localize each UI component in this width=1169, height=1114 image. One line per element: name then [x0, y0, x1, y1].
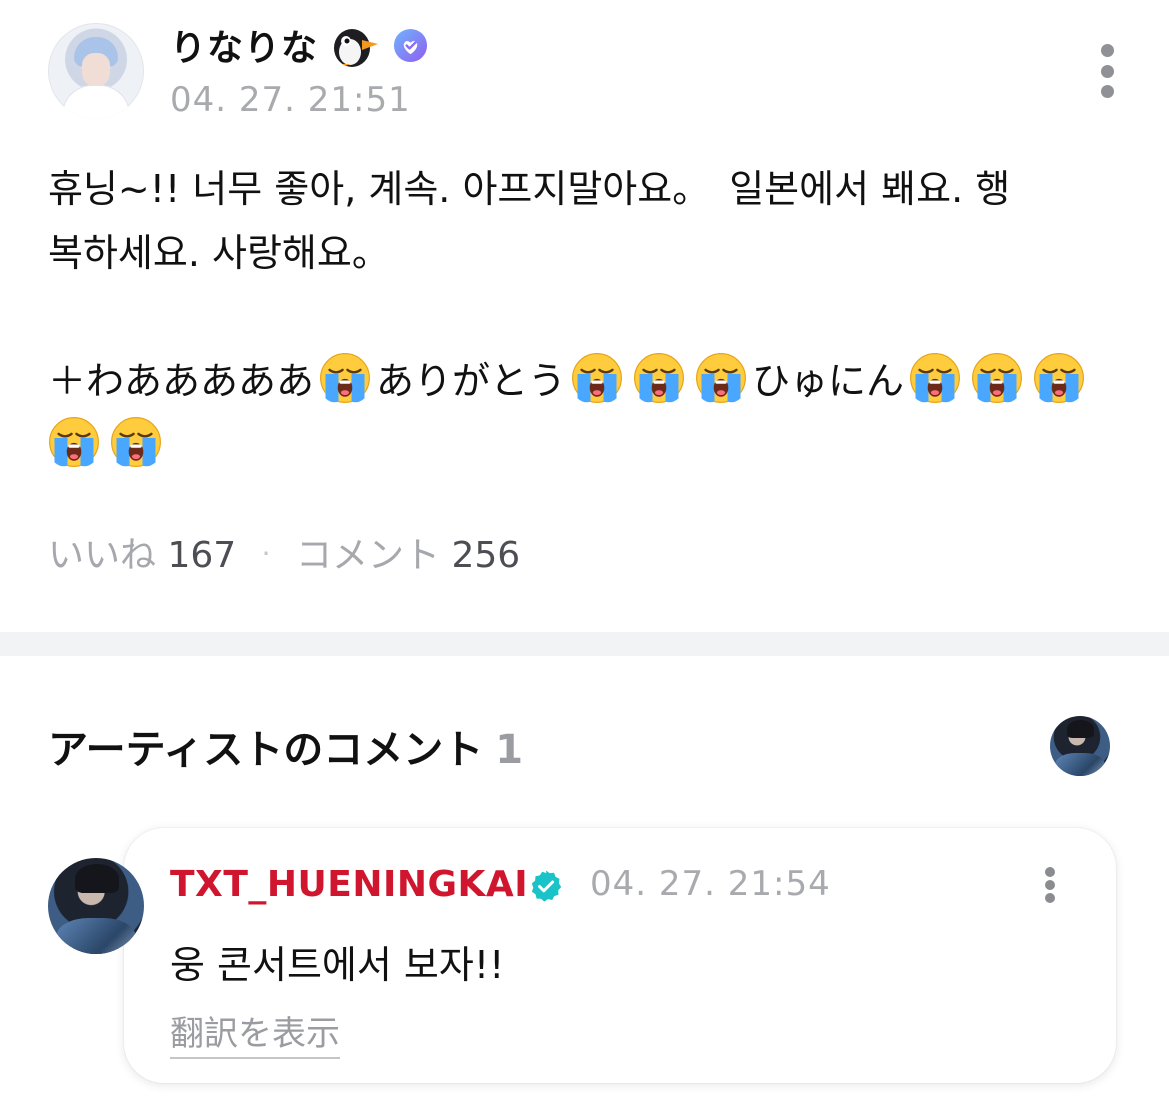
likes-label[interactable]: いいね [48, 535, 156, 576]
verified-teal-icon [531, 870, 562, 902]
author-avatar[interactable] [48, 23, 144, 119]
avatar-face [82, 53, 110, 87]
comment-timestamp: 04. 27. 21:54 [590, 864, 831, 904]
post-text-segment: ＋わあああああ [48, 359, 315, 403]
loudly-crying-face-icon [909, 352, 961, 404]
dot [1045, 867, 1055, 877]
avatar-jacket [1054, 753, 1106, 776]
comments-label[interactable]: コメント [296, 535, 440, 576]
artist-comments-title-text: アーティストのコメント [48, 727, 484, 773]
post-text-line: 휴닝~!! 너무 좋아, 계속. 아프지말아요。 일본에서 봬요. 행 [48, 167, 1011, 211]
post-text-line-emoji [48, 413, 1128, 477]
avatar-hair [74, 863, 120, 893]
dot [1100, 44, 1114, 57]
loudly-crying-face-icon [110, 416, 162, 468]
loudly-crying-face-icon [633, 352, 685, 404]
post-text-line-emoji: ＋わあああああ ありがとう ひゅにん [48, 349, 1128, 413]
show-translation-link[interactable]: 翻訳を表示 [170, 1006, 340, 1059]
artist-name[interactable]: TXT_HUENINGKAI [170, 864, 528, 905]
artist-avatar[interactable] [48, 858, 144, 954]
fan-post: りなりな 04. 27. 21:51 휴닝~!! 너무 좋아, 계속. 아프지말… [0, 0, 1169, 632]
stats-separator: · [261, 537, 271, 570]
comment-more-options-icon[interactable] [1043, 867, 1057, 903]
dot [1045, 893, 1055, 903]
dot [1100, 64, 1114, 78]
section-divider [0, 632, 1169, 656]
loudly-crying-face-icon [1033, 352, 1085, 404]
comments-count[interactable]: 256 [451, 535, 520, 576]
loudly-crying-face-icon [695, 352, 747, 404]
loudly-crying-face-icon [571, 352, 623, 404]
post-text-segment: ひゅにん [752, 359, 905, 403]
artist-comments-count: 1 [495, 727, 524, 773]
verified-purple-icon [393, 28, 428, 63]
loudly-crying-face-icon [48, 416, 100, 468]
loudly-crying-face-icon [319, 352, 371, 404]
post-timestamp: 04. 27. 21:51 [170, 80, 411, 120]
avatar-body [62, 85, 130, 119]
artist-avatar-small[interactable] [1050, 716, 1110, 776]
more-options-icon[interactable] [1100, 44, 1114, 98]
avatar-hair [1066, 719, 1095, 738]
post-text-line: 복하세요. 사랑해요。 [48, 231, 390, 275]
loudly-crying-face-icon [971, 352, 1023, 404]
dot [1045, 880, 1055, 890]
author-name[interactable]: りなりな [170, 19, 318, 71]
post-body: 휴닝~!! 너무 좋아, 계속. 아프지말아요。 일본에서 봬요. 행 복하세요… [48, 157, 1128, 477]
post-text-segment: ありがとう [376, 359, 567, 403]
post-stats: いいね 167 · コメント 256 [48, 526, 520, 578]
comment-text: 웅 콘서트에서 보자!! [170, 943, 505, 987]
penguin-icon [334, 29, 378, 67]
artist-comments-title: アーティストのコメント 1 [48, 717, 523, 775]
likes-count[interactable]: 167 [167, 535, 236, 576]
dot [1100, 85, 1114, 98]
avatar-jacket [55, 917, 137, 954]
